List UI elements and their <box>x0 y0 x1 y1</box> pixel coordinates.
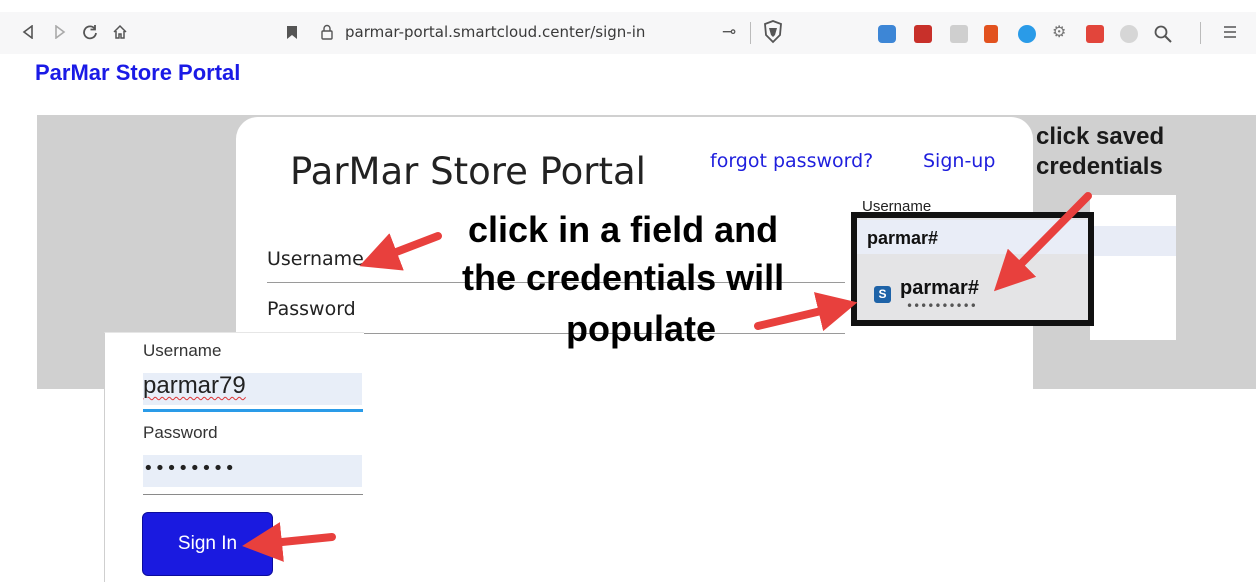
back-icon[interactable] <box>16 20 40 44</box>
site-title[interactable]: ParMar Store Portal <box>35 60 240 86</box>
card-title: ParMar Store Portal <box>290 150 646 193</box>
extension-8-icon[interactable] <box>1120 25 1138 43</box>
lock-icon <box>321 24 333 40</box>
translate-icon[interactable]: ⚙ <box>1052 22 1070 41</box>
popup-username-input[interactable]: parmar# <box>857 220 1088 254</box>
toolbar-divider <box>1200 22 1201 44</box>
address-bar[interactable]: parmar-portal.smartcloud.center/sign-in … <box>318 20 790 46</box>
inset-username-label: Username <box>143 341 222 360</box>
menu-icon[interactable] <box>1218 20 1242 44</box>
annotation-line-3: populate <box>566 308 716 349</box>
annotation-side-line-1: click saved <box>1036 123 1165 150</box>
url-text: parmar-portal.smartcloud.center/sign-in <box>345 23 646 41</box>
inset-password-label: Password <box>143 423 218 442</box>
background-form-rows <box>1090 195 1176 340</box>
office-icon[interactable] <box>984 25 998 43</box>
inset-username-focus-line <box>143 409 363 412</box>
acrobat-icon[interactable] <box>914 25 932 43</box>
annotation-side-line-2: credentials <box>1036 153 1163 180</box>
url-divider <box>750 22 751 44</box>
inset-username-value: parmar79 <box>143 372 246 399</box>
home-icon[interactable] <box>108 20 132 44</box>
bookmark-icon[interactable] <box>280 20 304 44</box>
saved-credential-username[interactable]: parmar# <box>900 277 979 300</box>
username-label[interactable]: Username <box>267 248 364 270</box>
extension-3-icon[interactable] <box>950 25 968 43</box>
annotation-line-2: the credentials will <box>462 257 785 298</box>
messenger-icon[interactable] <box>1018 25 1036 43</box>
password-label[interactable]: Password <box>267 298 356 320</box>
saved-credential-password[interactable]: •••••••••• <box>906 299 977 313</box>
annotation-side: click saved credentials <box>1036 122 1164 182</box>
extension-1-icon[interactable] <box>878 25 896 43</box>
extension-7-icon[interactable] <box>1086 25 1104 43</box>
key-icon[interactable]: ⊸ <box>722 22 736 42</box>
brave-shield-icon[interactable] <box>762 20 784 44</box>
search-icon[interactable] <box>1154 25 1172 43</box>
background-form-row-highlight <box>1090 226 1176 256</box>
inset-password-value: •••••••• <box>143 458 236 479</box>
popup-username-value: parmar# <box>867 228 939 248</box>
site-icon: S <box>874 286 891 303</box>
inset-password-underline <box>143 494 363 495</box>
sign-in-button[interactable]: Sign In <box>142 512 273 576</box>
annotation-line-1: click in a field and <box>468 209 779 250</box>
signup-link[interactable]: Sign-up <box>923 150 995 172</box>
top-clipped-text: ​ <box>0 0 1256 12</box>
forward-icon[interactable] <box>48 20 72 44</box>
reload-icon[interactable] <box>78 20 102 44</box>
browser-toolbar: parmar-portal.smartcloud.center/sign-in … <box>0 12 1256 54</box>
forgot-password-link[interactable]: forgot password? <box>710 150 873 172</box>
